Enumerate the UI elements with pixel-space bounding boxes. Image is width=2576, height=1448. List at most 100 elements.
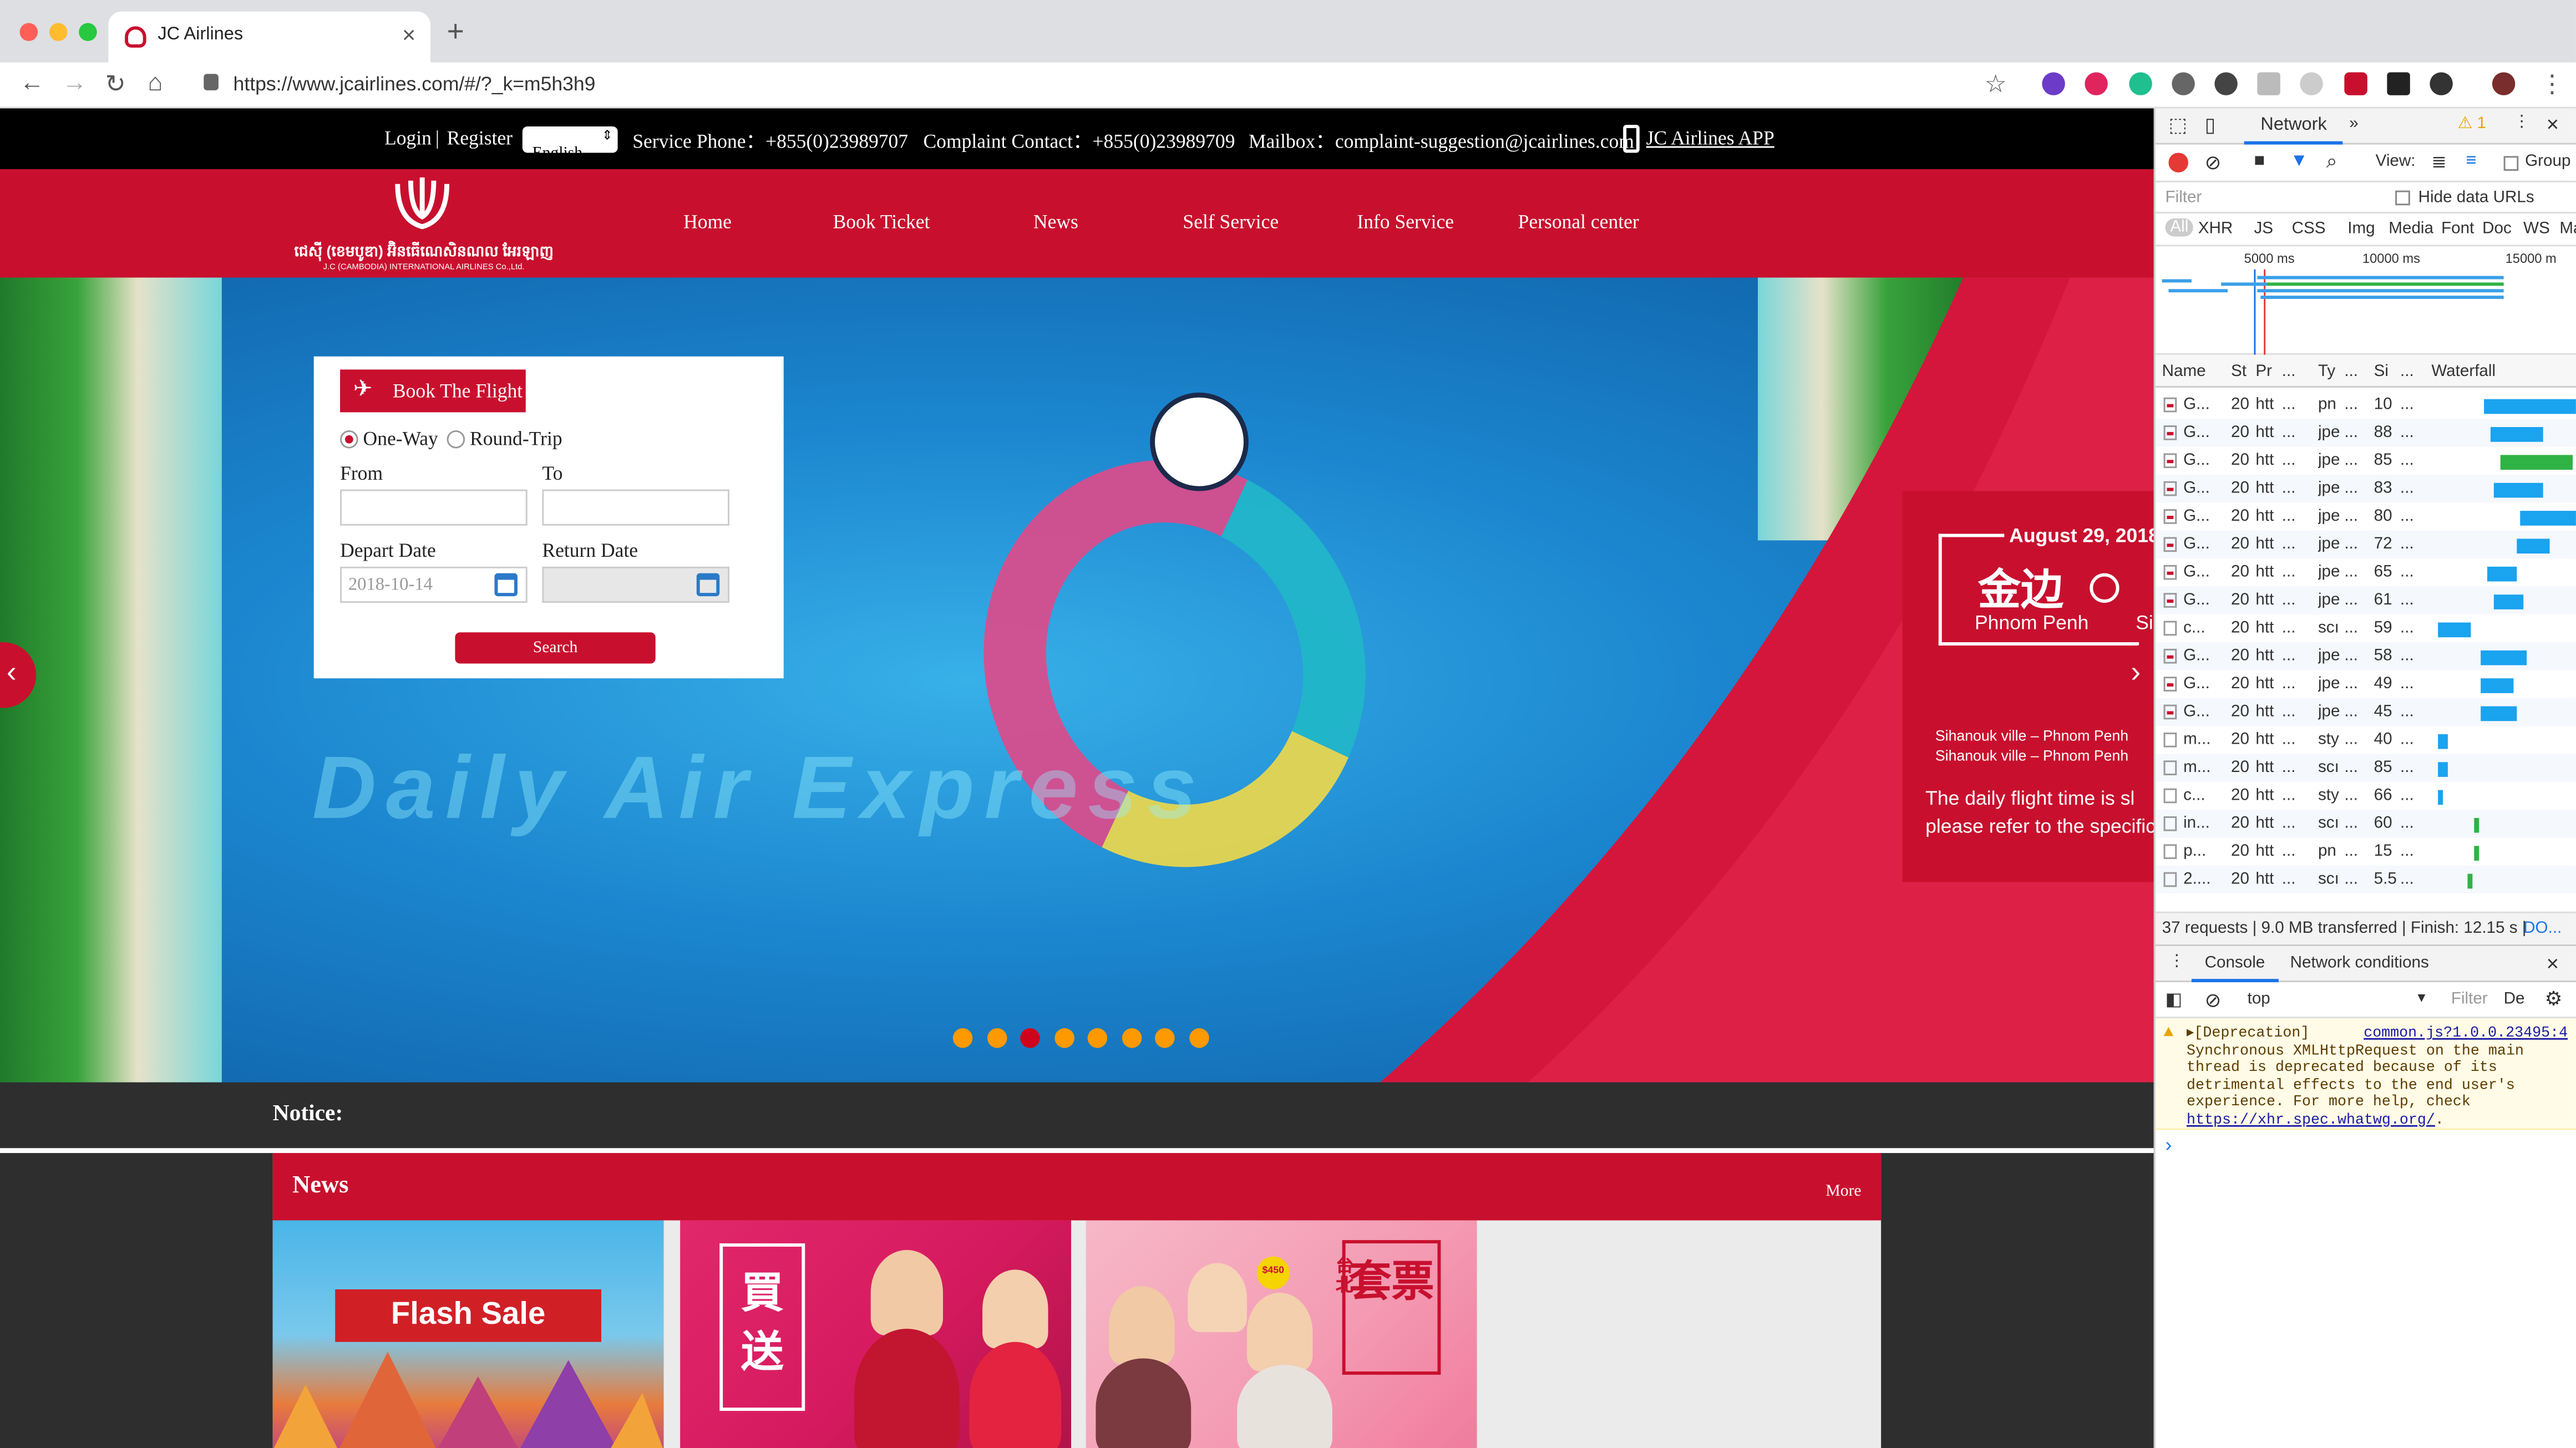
warning-help-link[interactable]: https://xhr.spec.whatwg.org/ (2187, 1111, 2435, 1128)
devtools-menu-icon[interactable]: ⋮ (2513, 113, 2530, 131)
warning-source-link[interactable]: common.js?1.0.0.23495:4 (2364, 1025, 2568, 1042)
record-icon[interactable] (2168, 153, 2188, 172)
new-tab-button[interactable]: + (447, 15, 464, 49)
carousel-dot[interactable] (1087, 1028, 1108, 1048)
address-bar[interactable]: https://www.jcairlines.com/#/?_k=m5h3h9 (234, 72, 596, 95)
app-download-link[interactable]: JC Airlines APP (1646, 126, 1774, 151)
request-row[interactable]: G... 20 htt jpe 72......... (2155, 530, 2576, 558)
column-type[interactable]: Ty (2318, 363, 2335, 382)
login-link[interactable]: Login (384, 126, 432, 151)
tab-network-conditions[interactable]: Network conditions (2290, 954, 2429, 973)
return-date-input[interactable] (542, 566, 729, 603)
news-card-buy-gift[interactable]: 買送 (680, 1220, 1072, 1448)
request-row[interactable]: G... 20 htt jpe 58......... (2155, 642, 2576, 670)
request-row[interactable]: G... 20 htt pn 10......... (2156, 391, 2576, 419)
calendar-icon[interactable] (696, 573, 720, 597)
from-input[interactable] (340, 489, 528, 526)
request-row[interactable]: 2.... 20 htt scı 5.5......... (2155, 865, 2576, 894)
request-row[interactable]: G... 20 htt jpe 45......... (2155, 698, 2576, 726)
reload-icon[interactable]: ↻ (105, 69, 126, 98)
tab-console[interactable]: Console (2191, 946, 2278, 983)
column-waterfall[interactable]: Waterfall (2431, 363, 2496, 382)
clear-console-icon[interactable]: ⊘ (2205, 989, 2222, 1012)
browser-menu-icon[interactable]: ⋮ (2540, 69, 2564, 98)
home-icon[interactable]: ⌂ (148, 69, 163, 96)
back-arrow-icon[interactable]: ← (20, 69, 44, 96)
to-input[interactable] (542, 489, 729, 526)
one-way-radio[interactable] (340, 430, 358, 449)
type-filter-doc[interactable]: Doc (2482, 220, 2512, 238)
extension-camera-icon[interactable] (2387, 72, 2410, 95)
column-time[interactable]: ... (2400, 363, 2414, 382)
column-size[interactable]: Si (2374, 363, 2389, 382)
column-scheme[interactable]: ... (2282, 363, 2296, 382)
carousel-dot[interactable] (952, 1028, 973, 1048)
group-checkbox[interactable] (2503, 156, 2519, 171)
extension-magnet-icon[interactable] (2085, 72, 2108, 95)
nav-self-service[interactable]: Self Service (1183, 210, 1279, 235)
extension-shield-icon[interactable] (2344, 72, 2367, 95)
request-row[interactable]: G... 20 htt jpe 65......... (2156, 558, 2576, 586)
sidebar-toggle-icon[interactable]: ◧ (2166, 989, 2183, 1010)
request-row[interactable]: m... 20 htt sty 40......... (2156, 726, 2576, 754)
type-filter-xhr[interactable]: XHR (2198, 220, 2233, 238)
request-row[interactable]: in... 20 htt scı 60......... (2155, 810, 2576, 838)
maximize-window-button[interactable] (79, 23, 97, 42)
hide-data-urls-checkbox[interactable] (2395, 190, 2410, 206)
request-row[interactable]: G... 20 htt jpe 61......... (2155, 586, 2576, 614)
devtools-close-icon[interactable]: × (2547, 111, 2559, 136)
type-filter-all[interactable]: All (2165, 218, 2194, 237)
type-filter-js[interactable]: JS (2254, 220, 2273, 238)
inspect-element-icon[interactable]: ⬚ (2168, 113, 2187, 136)
drawer-menu-icon[interactable]: ⋮ (2168, 953, 2185, 971)
large-rows-icon[interactable]: ≣ (2431, 151, 2446, 172)
type-filter-media[interactable]: Media (2389, 220, 2433, 238)
profile-avatar[interactable] (2492, 72, 2516, 95)
request-row[interactable]: G... 20 htt jpe 80......... (2156, 502, 2576, 530)
extension-list-icon[interactable] (2257, 72, 2280, 95)
search-icon[interactable]: ⌕ (2326, 150, 2337, 174)
depart-date-input[interactable]: 2018-10-14 (340, 566, 528, 603)
dom-content-loaded-link[interactable]: DO... (2523, 920, 2562, 938)
language-select[interactable]: English ⇕ (522, 126, 618, 162)
nav-news[interactable]: News (1033, 210, 1078, 235)
extension-m-icon[interactable] (2129, 72, 2152, 95)
type-filter-css[interactable]: CSS (2292, 220, 2326, 238)
extension-globe-icon[interactable] (2172, 72, 2195, 95)
column-status[interactable]: St (2231, 363, 2247, 382)
column-name[interactable]: Name (2162, 363, 2206, 382)
carousel-dot[interactable] (1020, 1028, 1040, 1048)
screenshot-camera-icon[interactable]: ■ (2254, 151, 2265, 171)
request-row[interactable]: G... 20 htt jpe 49......... (2156, 670, 2576, 698)
type-filter-img[interactable]: Img (2347, 220, 2375, 238)
nav-info-service[interactable]: Info Service (1357, 210, 1454, 235)
news-more-link[interactable]: More (1825, 1182, 1861, 1201)
close-window-button[interactable] (19, 23, 38, 42)
type-filter-man[interactable]: Man (2559, 220, 2576, 238)
column-initiator[interactable]: ... (2344, 363, 2358, 382)
tab-network[interactable]: Network (2244, 108, 2344, 145)
filter-input[interactable]: Filter (2166, 189, 2202, 207)
tab-close-icon[interactable]: × (402, 22, 415, 48)
nav-book-ticket[interactable]: Book Ticket (833, 210, 930, 235)
column-protocol[interactable]: Pr (2255, 363, 2272, 382)
context-dropdown-icon[interactable]: ▼ (2415, 990, 2428, 1005)
warning-prefix[interactable]: ▸[Deprecation] (2187, 1025, 2309, 1041)
waterfall-view-icon[interactable]: ≡ (2466, 151, 2477, 171)
round-trip-radio[interactable] (447, 430, 465, 449)
browser-tab[interactable]: JC Airlines × (108, 11, 430, 63)
console-settings-gear-icon[interactable]: ⚙ (2545, 987, 2563, 1010)
forward-arrow-icon[interactable]: → (63, 69, 87, 96)
warning-count-badge[interactable]: ⚠ 1 (2458, 115, 2486, 133)
more-tabs-icon[interactable]: » (2349, 115, 2358, 133)
news-card-package[interactable]: $450 台北 套票 (1086, 1220, 1477, 1448)
request-row[interactable]: G... 20 htt jpe 85......... (2156, 447, 2576, 475)
nav-home[interactable]: Home (683, 210, 732, 235)
request-row[interactable]: G... 20 htt jpe 83......... (2155, 474, 2576, 503)
console-filter-input[interactable]: Filter (2451, 990, 2488, 1009)
request-row[interactable]: G... 20 htt jpe 88......... (2155, 419, 2576, 447)
book-flight-tab[interactable]: ✈ Book The Flight (340, 369, 526, 413)
extension-play-icon[interactable] (2042, 72, 2065, 95)
drawer-close-icon[interactable]: × (2547, 951, 2559, 976)
extension-chat-icon[interactable] (2300, 72, 2323, 95)
